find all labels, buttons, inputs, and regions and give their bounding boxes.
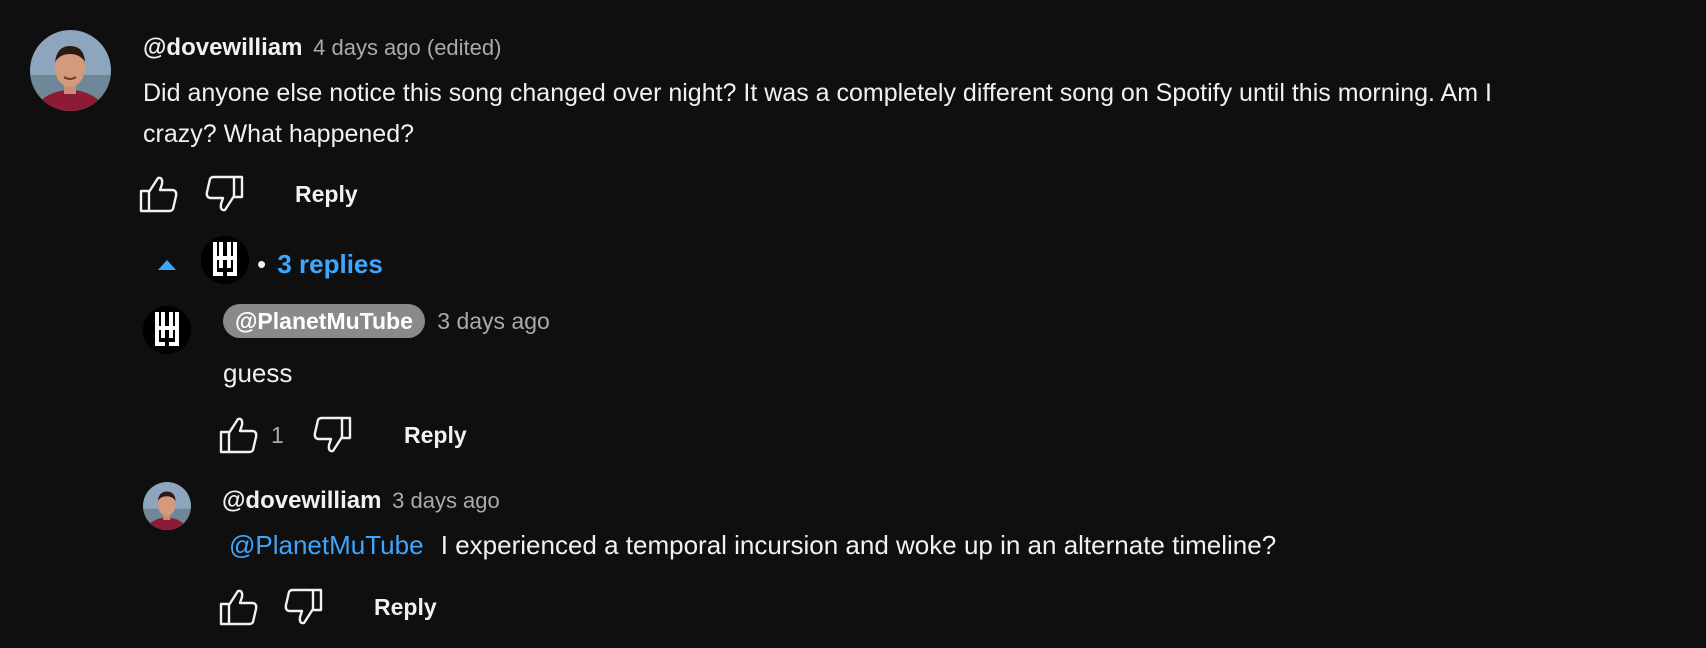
reply-timestamp[interactable]: 3 days ago [392,488,500,513]
thumbs-up-icon [219,417,258,454]
reply-button[interactable]: Reply [404,422,467,449]
thumbs-up-icon [219,589,258,626]
comment-text-line: Did anyone else notice this song changed… [143,79,1492,107]
reply-timestamp[interactable]: 3 days ago [437,308,550,334]
reply-button[interactable]: Reply [374,594,437,621]
reply-dislike-button[interactable] [282,587,324,632]
mention-link[interactable]: @PlanetMuTube [229,530,424,560]
like-count: 1 [271,422,284,448]
thumbs-up-icon [139,176,178,213]
comment-text-line: crazy? What happened? [143,120,415,148]
replies-bullet: • [257,249,267,279]
avatar-dovewilliam[interactable] [30,30,111,111]
reply-author-pill[interactable]: @PlanetMuTube [223,304,425,338]
comment-author[interactable]: @dovewilliam [143,34,302,61]
caret-up-icon [158,260,176,270]
reply-button[interactable]: Reply [295,181,358,208]
reply-like-button[interactable] [218,415,260,460]
dislike-button[interactable] [203,174,245,219]
reply-like-button[interactable] [218,587,260,632]
replies-count-link[interactable]: 3 replies [277,249,383,279]
thumbs-down-icon [205,175,244,212]
avatar-dovewilliam-small[interactable] [143,482,191,530]
reply-dislike-button[interactable] [311,415,353,460]
like-button[interactable] [138,174,180,219]
reply-author[interactable]: @dovewilliam [222,487,381,514]
avatar-planetmutube-small [201,236,249,284]
reply-text: I experienced a temporal incursion and w… [440,530,1277,560]
avatar-planetmutube[interactable] [143,306,191,354]
reply-text: guess [223,358,293,388]
comment-timestamp[interactable]: 4 days ago (edited) [313,35,501,60]
thumbs-down-icon [284,588,323,625]
thumbs-down-icon [313,416,352,453]
collapse-replies-button[interactable] [156,258,178,276]
